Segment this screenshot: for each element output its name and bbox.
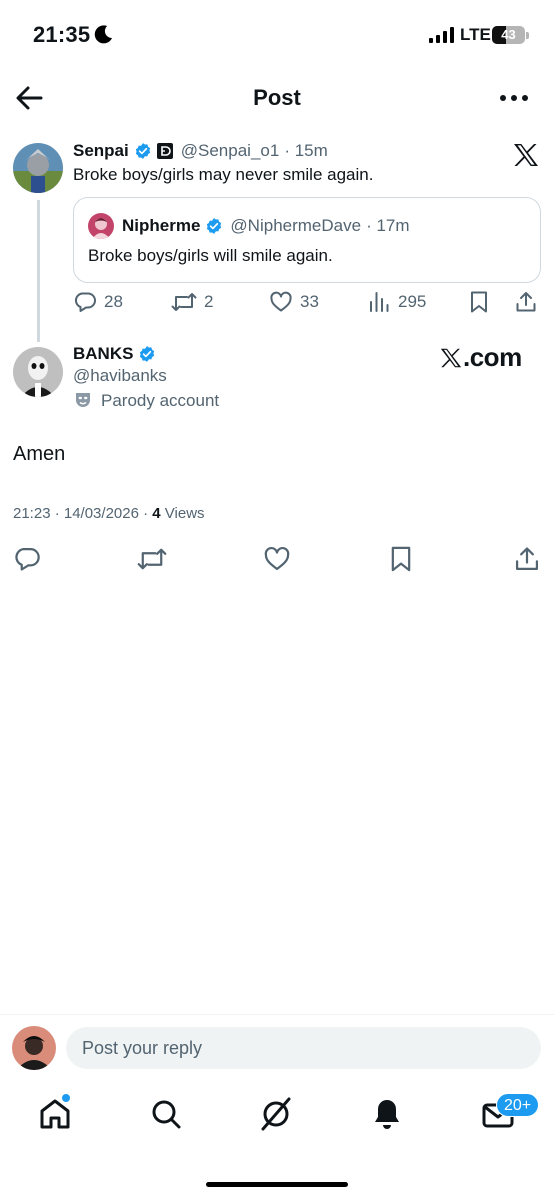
battery-icon: 43 bbox=[492, 26, 525, 44]
parody-label: Parody account bbox=[73, 391, 219, 411]
reply-input[interactable] bbox=[66, 1027, 541, 1069]
verified-icon bbox=[135, 143, 150, 159]
post-time: · 15m bbox=[284, 141, 328, 160]
repost-count: 2 bbox=[204, 292, 214, 311]
bookmark-icon[interactable] bbox=[389, 545, 413, 573]
views-label: Views bbox=[160, 505, 205, 522]
repost-icon[interactable] bbox=[137, 545, 167, 573]
reply-count: 28 bbox=[104, 292, 123, 311]
banks-header: BANKS bbox=[73, 344, 156, 364]
reply-icon bbox=[74, 292, 96, 312]
like-button[interactable]: 33 bbox=[269, 290, 319, 314]
battery-percent: 43 bbox=[501, 27, 516, 42]
like-icon bbox=[270, 291, 292, 312]
parent-actions: 28 2 33 295 bbox=[73, 290, 543, 320]
senpai-avatar[interactable] bbox=[13, 143, 63, 193]
affiliate-badge-icon bbox=[156, 143, 173, 159]
x-com-text: .com bbox=[463, 342, 522, 372]
views-count: 295 bbox=[398, 292, 427, 311]
reply-divider bbox=[0, 1014, 554, 1015]
quoted-author-handle: @NiphermeDave bbox=[230, 216, 362, 235]
search-icon[interactable] bbox=[148, 1096, 184, 1132]
post-meta: 21:23 · 14/03/2026 · 4 Views bbox=[13, 505, 205, 522]
author-name[interactable]: Senpai bbox=[73, 141, 129, 161]
moon-icon bbox=[94, 25, 112, 44]
main-actions bbox=[0, 545, 554, 577]
quoted-author-name: Nipherme bbox=[122, 216, 201, 235]
repost-button[interactable]: 2 bbox=[171, 290, 213, 314]
x-logo-icon bbox=[514, 144, 538, 166]
post-timestamp: 21:23 · 14/03/2026 · bbox=[13, 505, 153, 522]
views-icon bbox=[370, 292, 389, 312]
status-time: 21:35 bbox=[33, 22, 91, 47]
quote-card[interactable]: Nipherme @NiphermeDave · 17m Broke boys/… bbox=[73, 197, 541, 283]
x-logo-icon bbox=[440, 348, 462, 367]
repost-icon bbox=[171, 293, 197, 311]
reply-button[interactable]: 28 bbox=[73, 290, 123, 314]
post-body: Amen bbox=[13, 443, 66, 465]
views-count: 4 bbox=[152, 505, 161, 522]
signal-icon bbox=[429, 27, 454, 43]
views-button[interactable]: 295 bbox=[369, 290, 426, 314]
bookmark-icon bbox=[471, 291, 487, 313]
parody-text: Parody account bbox=[101, 391, 220, 410]
author-handle[interactable]: @Senpai_o1 bbox=[181, 141, 280, 161]
verified-icon bbox=[207, 218, 222, 234]
page-title: Post bbox=[253, 85, 301, 110]
home-indicator bbox=[206, 1182, 348, 1187]
header: Post bbox=[0, 72, 554, 124]
like-count: 33 bbox=[300, 292, 319, 311]
thread-line bbox=[37, 200, 40, 342]
x-com-watermark: .com bbox=[440, 342, 522, 373]
senpai-header: Senpai @Senpai_o1 · 15m bbox=[73, 141, 328, 161]
nipherme-avatar bbox=[88, 213, 114, 239]
author-name[interactable]: BANKS bbox=[73, 344, 133, 364]
home-notification-dot bbox=[61, 1093, 71, 1103]
notifications-icon[interactable] bbox=[369, 1096, 405, 1132]
bottom-nav bbox=[0, 1086, 554, 1146]
banks-avatar[interactable] bbox=[13, 347, 63, 397]
post-text: Broke boys/girls may never smile again. bbox=[73, 165, 374, 184]
messages-badge: 20+ bbox=[496, 1093, 540, 1117]
quoted-post-time: · 17m bbox=[366, 216, 410, 235]
share-icon[interactable] bbox=[513, 545, 541, 573]
like-icon[interactable] bbox=[263, 545, 291, 573]
user-avatar[interactable] bbox=[12, 1026, 56, 1070]
parody-mask-icon bbox=[76, 393, 90, 407]
more-icon[interactable] bbox=[498, 86, 530, 110]
status-bar: 21:35 LTE 43 bbox=[0, 0, 554, 70]
network-label: LTE bbox=[460, 25, 491, 44]
quote-header: Nipherme @NiphermeDave · 17m bbox=[88, 213, 410, 239]
author-handle[interactable]: @havibanks bbox=[73, 366, 167, 386]
bookmark-button[interactable] bbox=[469, 290, 489, 314]
reply-icon[interactable] bbox=[13, 545, 41, 573]
grok-icon[interactable] bbox=[258, 1096, 294, 1132]
quoted-post-text: Broke boys/girls will smile again. bbox=[88, 246, 333, 265]
verified-icon bbox=[140, 346, 155, 362]
battery-cap bbox=[526, 32, 529, 39]
share-icon bbox=[516, 292, 536, 312]
share-button[interactable] bbox=[514, 290, 538, 314]
